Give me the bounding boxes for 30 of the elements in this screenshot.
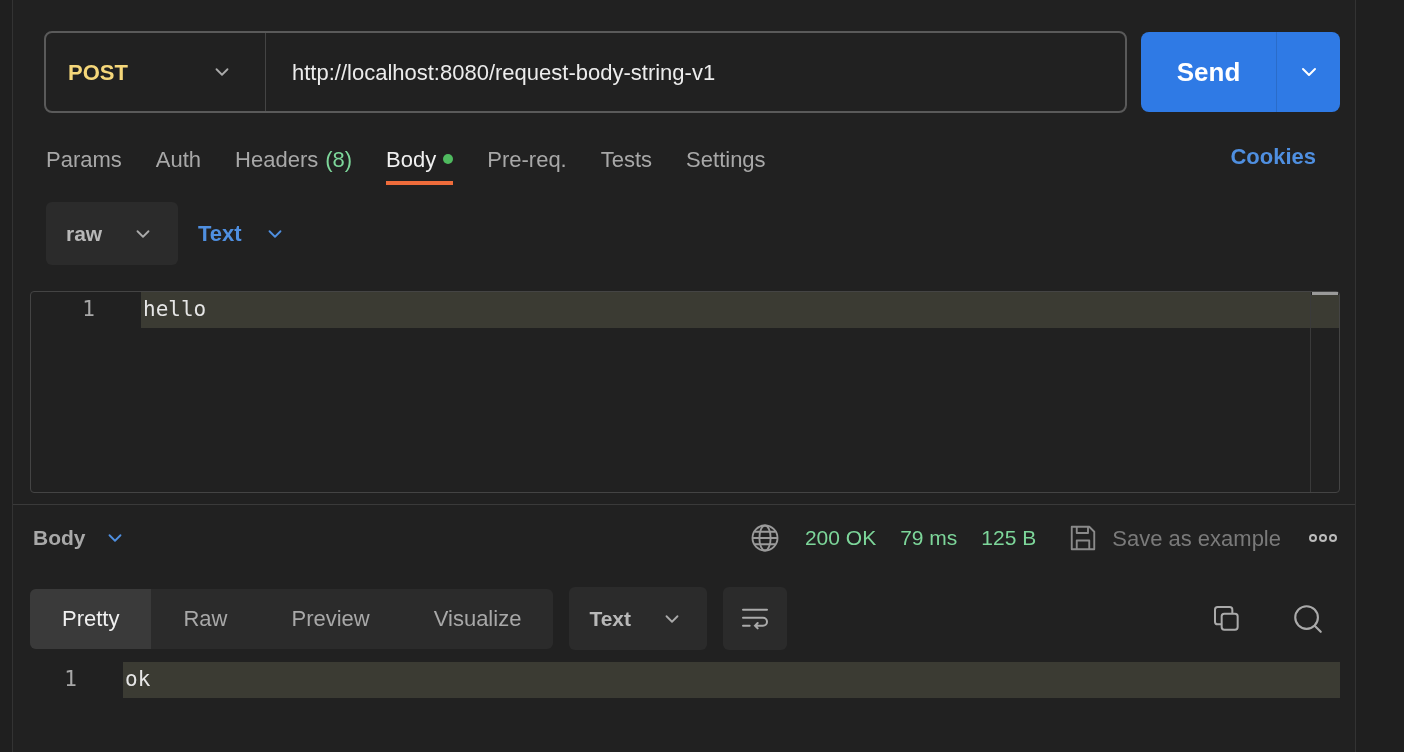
response-time: 79 ms bbox=[900, 525, 958, 552]
view-tab[interactable]: Visualize bbox=[401, 588, 554, 649]
url-bar[interactable]: POST http://localhost:8080/request-body-string-v1 bbox=[44, 31, 1127, 113]
view-tab[interactable]: Pretty bbox=[30, 588, 152, 649]
format-dropdown[interactable]: Text bbox=[569, 587, 708, 650]
request-tab[interactable]: Auth bbox=[155, 123, 202, 185]
response-size: 125 B bbox=[981, 525, 1037, 552]
method-dropdown[interactable]: POST bbox=[46, 33, 266, 111]
save-as-example-button[interactable]: Save as example bbox=[1068, 521, 1281, 555]
wrap-lines-button[interactable] bbox=[723, 587, 788, 650]
request-tab[interactable]: Headers (8) bbox=[235, 123, 353, 185]
request-tab[interactable]: Pre-req. bbox=[487, 123, 567, 185]
more-options-button[interactable] bbox=[1309, 534, 1337, 542]
request-tab[interactable]: Body bbox=[386, 123, 454, 185]
globe-icon bbox=[749, 523, 780, 553]
request-tab[interactable]: Tests bbox=[600, 123, 653, 185]
line-number: 1 bbox=[63, 666, 78, 694]
language-dropdown[interactable]: Text bbox=[198, 217, 286, 250]
request-tab[interactable]: Params bbox=[46, 123, 122, 185]
send-button[interactable]: Send bbox=[1141, 32, 1276, 112]
response-section-dropdown[interactable]: Body bbox=[33, 522, 126, 554]
status-text: 200 OK bbox=[804, 525, 877, 552]
cookies-link[interactable]: Cookies bbox=[1230, 135, 1316, 173]
view-tab[interactable]: Preview bbox=[259, 588, 402, 649]
scrollbar[interactable] bbox=[1310, 292, 1339, 492]
line-number: 1 bbox=[81, 296, 96, 324]
body-mode-dropdown[interactable]: raw bbox=[46, 202, 178, 265]
view-tab[interactable]: Raw bbox=[151, 588, 260, 649]
request-editor[interactable]: 1 hello bbox=[30, 291, 1340, 493]
request-tab[interactable]: Settings bbox=[686, 123, 766, 185]
